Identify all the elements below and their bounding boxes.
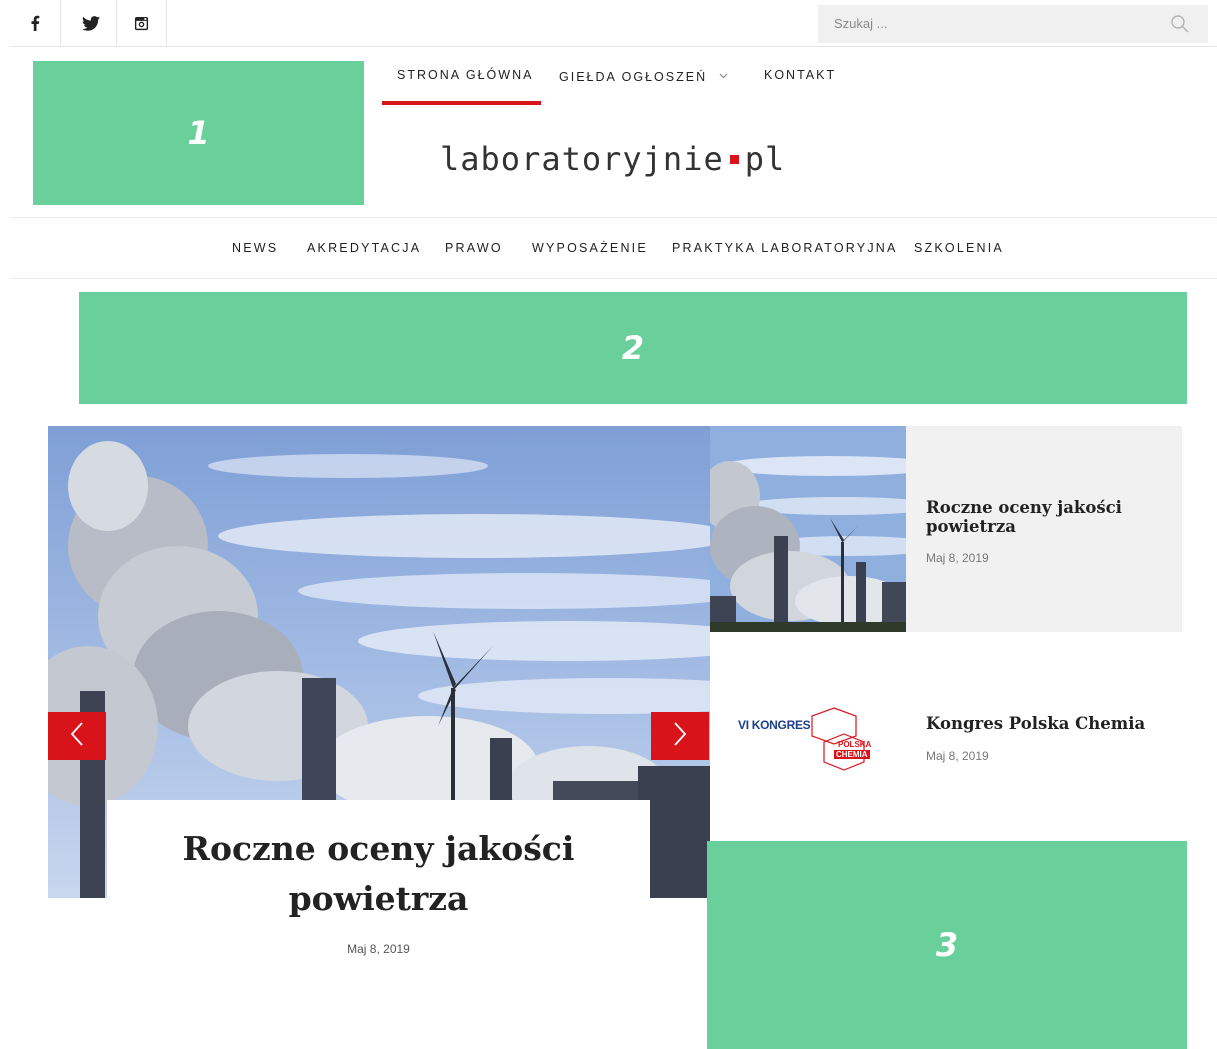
kongres-logo-text-1: VI KONGRES <box>738 718 811 732</box>
ad-label-1: 1 <box>187 114 210 152</box>
ad-box-1: 1 <box>33 61 364 205</box>
chevron-right-icon <box>673 721 687 752</box>
kongres-logo-text-3: CHEMIA <box>834 750 870 759</box>
facebook-link[interactable] <box>10 0 61 46</box>
nav-classifieds[interactable]: GIEŁDA OGŁOSZEŃ <box>559 68 728 88</box>
slider-date: Maj 8, 2019 <box>347 942 410 956</box>
ad-label-3: 3 <box>935 926 959 964</box>
nav-active-indicator <box>382 101 541 105</box>
post-title-1[interactable]: Roczne oceny jakości powietrza <box>926 498 1146 536</box>
site-logo[interactable]: laboratoryjnie pl <box>440 140 785 178</box>
ad-box-2: 2 <box>79 292 1187 404</box>
chevron-left-icon <box>70 721 84 752</box>
slider-next-button[interactable] <box>651 712 709 760</box>
search-icon[interactable] <box>1170 14 1190 39</box>
category-lab-practice[interactable]: PRAKTYKA LABORATORYJNA <box>672 241 898 255</box>
post-title-2[interactable]: Kongres Polska Chemia <box>926 714 1166 733</box>
kongres-logo-text-2: POLSKA <box>838 740 872 749</box>
category-training[interactable]: SZKOLENIA <box>914 241 1004 255</box>
hexagon-icon <box>811 707 865 771</box>
twitter-link[interactable] <box>66 0 117 46</box>
ad-label-2: 2 <box>621 329 645 367</box>
logo-text-left: laboratoryjnie <box>440 140 724 178</box>
search-placeholder: Szukaj ... <box>834 16 888 31</box>
slider-title[interactable]: Roczne oceny jakości powietrza <box>107 824 650 924</box>
instagram-icon <box>134 16 149 31</box>
ad-box-3: 3 <box>707 841 1187 1049</box>
post-thumbnail-1 <box>710 426 906 632</box>
nav-contact-label: KONTAKT <box>764 68 837 82</box>
instagram-link[interactable] <box>116 0 167 46</box>
side-post-2[interactable]: VI KONGRES POLSKA CHEMIA Kongres Polska … <box>710 632 1182 840</box>
search-box[interactable]: Szukaj ... <box>818 5 1208 43</box>
nav-home-label: STRONA GŁÓWNA <box>397 68 534 82</box>
category-law[interactable]: PRAWO <box>445 241 503 255</box>
category-nav: NEWS AKREDYTACJA PRAWO WYPOSAŻENIE PRAKT… <box>10 217 1217 279</box>
nav-home[interactable]: STRONA GŁÓWNA <box>397 68 533 88</box>
facebook-icon <box>30 15 40 31</box>
logo-text-right: pl <box>744 140 786 178</box>
category-news[interactable]: NEWS <box>232 241 278 255</box>
side-post-1[interactable]: Roczne oceny jakości powietrza Maj 8, 20… <box>710 426 1182 632</box>
logo-dot <box>729 154 739 164</box>
slider-caption: Roczne oceny jakości powietrza Maj 8, 20… <box>107 800 650 1049</box>
post-date-2: Maj 8, 2019 <box>926 749 989 763</box>
slider-prev-button[interactable] <box>48 712 106 760</box>
nav-classifieds-label: GIEŁDA OGŁOSZEŃ <box>559 70 708 84</box>
post-date-1: Maj 8, 2019 <box>926 551 989 565</box>
category-equipment[interactable]: WYPOSAŻENIE <box>532 241 648 255</box>
category-accreditation[interactable]: AKREDYTACJA <box>307 241 421 255</box>
chevron-down-icon <box>719 68 728 82</box>
twitter-icon <box>82 15 100 31</box>
nav-contact[interactable]: KONTAKT <box>764 68 836 88</box>
post-thumbnail-2: VI KONGRES POLSKA CHEMIA <box>734 702 884 772</box>
